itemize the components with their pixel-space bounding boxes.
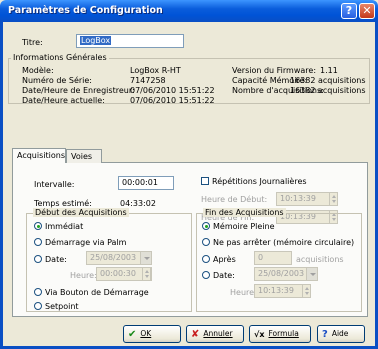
annuler-button[interactable]: ✘ Annuler	[186, 325, 244, 343]
titre-label: Titre:	[22, 38, 43, 47]
modele-label: Modèle:	[22, 66, 54, 75]
titre-input[interactable]: LogBox	[76, 34, 184, 48]
serie-value: 7147258	[130, 76, 166, 85]
fin-apres-radio[interactable]: Après	[202, 255, 236, 264]
radio-dot[interactable]	[202, 255, 210, 263]
tab-acquisitions[interactable]: Acquisitions	[12, 148, 66, 163]
fin-ne-pas-radio[interactable]: Ne pas arrêter (mémoire circulaire)	[202, 238, 354, 247]
fin-heure-spinner[interactable]	[302, 284, 311, 298]
annuler-label: Annuler	[203, 329, 233, 338]
date-enreg-label: Date/Heure de Enregistreur:	[22, 86, 135, 95]
tab-voies[interactable]: Voies	[66, 149, 102, 163]
intervalle-input[interactable]: 00:00:01	[118, 176, 174, 190]
title-bar[interactable]: Paramètres de Configuration ? ✕	[0, 0, 378, 22]
repetitions-checkbox[interactable]: Répétitions Journalières	[201, 177, 307, 186]
formula-icon: √x	[254, 330, 265, 339]
temps-value: 04:33:02	[120, 199, 156, 208]
temps-label: Temps estimé:	[34, 199, 92, 208]
modele-value: LogBox R-HT	[130, 66, 181, 75]
date-enreg-value: 07/06/2010 15:51:22	[130, 86, 215, 95]
formula-label: Formula	[268, 329, 299, 338]
aide-label: Aide	[331, 329, 349, 338]
window-title: Paramètres de Configuration	[8, 5, 163, 16]
nb-acq-value: 16382 acquisitions	[290, 86, 366, 95]
debut-date-dropdown[interactable]	[140, 252, 151, 264]
radio-dot[interactable]	[34, 288, 42, 296]
repetitions-label: Répétitions Journalières	[212, 177, 307, 186]
heure-debut-spinner[interactable]	[329, 192, 338, 206]
help-title-button[interactable]: ?	[341, 3, 357, 19]
debut-bouton-radio[interactable]: Via Bouton de Démarrage	[34, 288, 149, 297]
info-group-title: Informations Générales	[11, 53, 109, 62]
debut-heure-spinner[interactable]	[142, 267, 151, 281]
radio-dot[interactable]	[34, 238, 42, 246]
fin-ne-pas-label: Ne pas arrêter (mémoire circulaire)	[213, 238, 355, 247]
titre-value: LogBox	[80, 36, 112, 45]
debut-date-label: Date:	[45, 255, 67, 264]
repetitions-check-box[interactable]	[201, 177, 209, 185]
capacite-value: 16382 acquisitions	[290, 76, 366, 85]
check-icon: ✔	[128, 329, 137, 340]
firmware-value: 1.11	[320, 66, 338, 75]
debut-heure-label: Heure:	[70, 271, 97, 280]
radio-dot[interactable]	[34, 222, 42, 230]
date-actuelle-value: 07/06/2010 15:51:22	[130, 96, 215, 105]
heure-debut-label: Heure de Début:	[201, 195, 268, 204]
fin-memoire-radio[interactable]: Mémoire Pleine	[202, 222, 275, 231]
debut-immediat-radio[interactable]: Immédiat	[34, 222, 83, 231]
radio-dot[interactable]	[202, 222, 210, 230]
formula-button[interactable]: √x Formula	[249, 325, 311, 343]
debut-setpoint-radio[interactable]: Setpoint	[34, 302, 79, 311]
cross-icon: ✘	[191, 329, 200, 340]
radio-dot[interactable]	[34, 302, 42, 310]
fin-apres-label: Après	[213, 255, 236, 264]
debut-palm-radio[interactable]: Démarrage via Palm	[34, 238, 126, 247]
debut-immediat-label: Immédiat	[45, 222, 84, 231]
debut-setpoint-label: Setpoint	[45, 302, 79, 311]
radio-dot[interactable]	[202, 271, 210, 279]
serie-label: Numéro de Série:	[22, 76, 92, 85]
date-actuelle-label: Date/Heure actuelle:	[22, 96, 105, 105]
ok-button[interactable]: ✔ OK	[123, 325, 181, 343]
radio-dot[interactable]	[202, 238, 210, 246]
fin-date-label: Date:	[213, 271, 235, 280]
debut-bouton-label: Via Bouton de Démarrage	[45, 288, 149, 297]
close-title-button[interactable]: ✕	[359, 3, 375, 19]
ok-label: OK	[140, 329, 152, 338]
fin-apres-unit: acquisitions	[296, 255, 344, 264]
intervalle-label: Intervalle:	[34, 180, 75, 189]
radio-dot[interactable]	[34, 255, 42, 263]
fin-date-radio[interactable]: Date:	[202, 271, 235, 280]
debut-group-title: Début des Acquisitions	[33, 208, 129, 217]
help-icon: ?	[322, 329, 328, 340]
fin-memoire-label: Mémoire Pleine	[213, 222, 275, 231]
debut-date-radio[interactable]: Date:	[34, 255, 67, 264]
firmware-label: Version du Firmware:	[232, 66, 317, 75]
debut-palm-label: Démarrage via Palm	[45, 238, 127, 247]
fin-heure-label: Heure:	[230, 288, 257, 297]
fin-apres-input[interactable]: 0	[254, 251, 292, 265]
aide-button[interactable]: ? Aide	[317, 325, 365, 343]
fin-group-title: Fin des Acquisitions	[203, 208, 286, 217]
fin-date-dropdown[interactable]	[306, 268, 317, 280]
